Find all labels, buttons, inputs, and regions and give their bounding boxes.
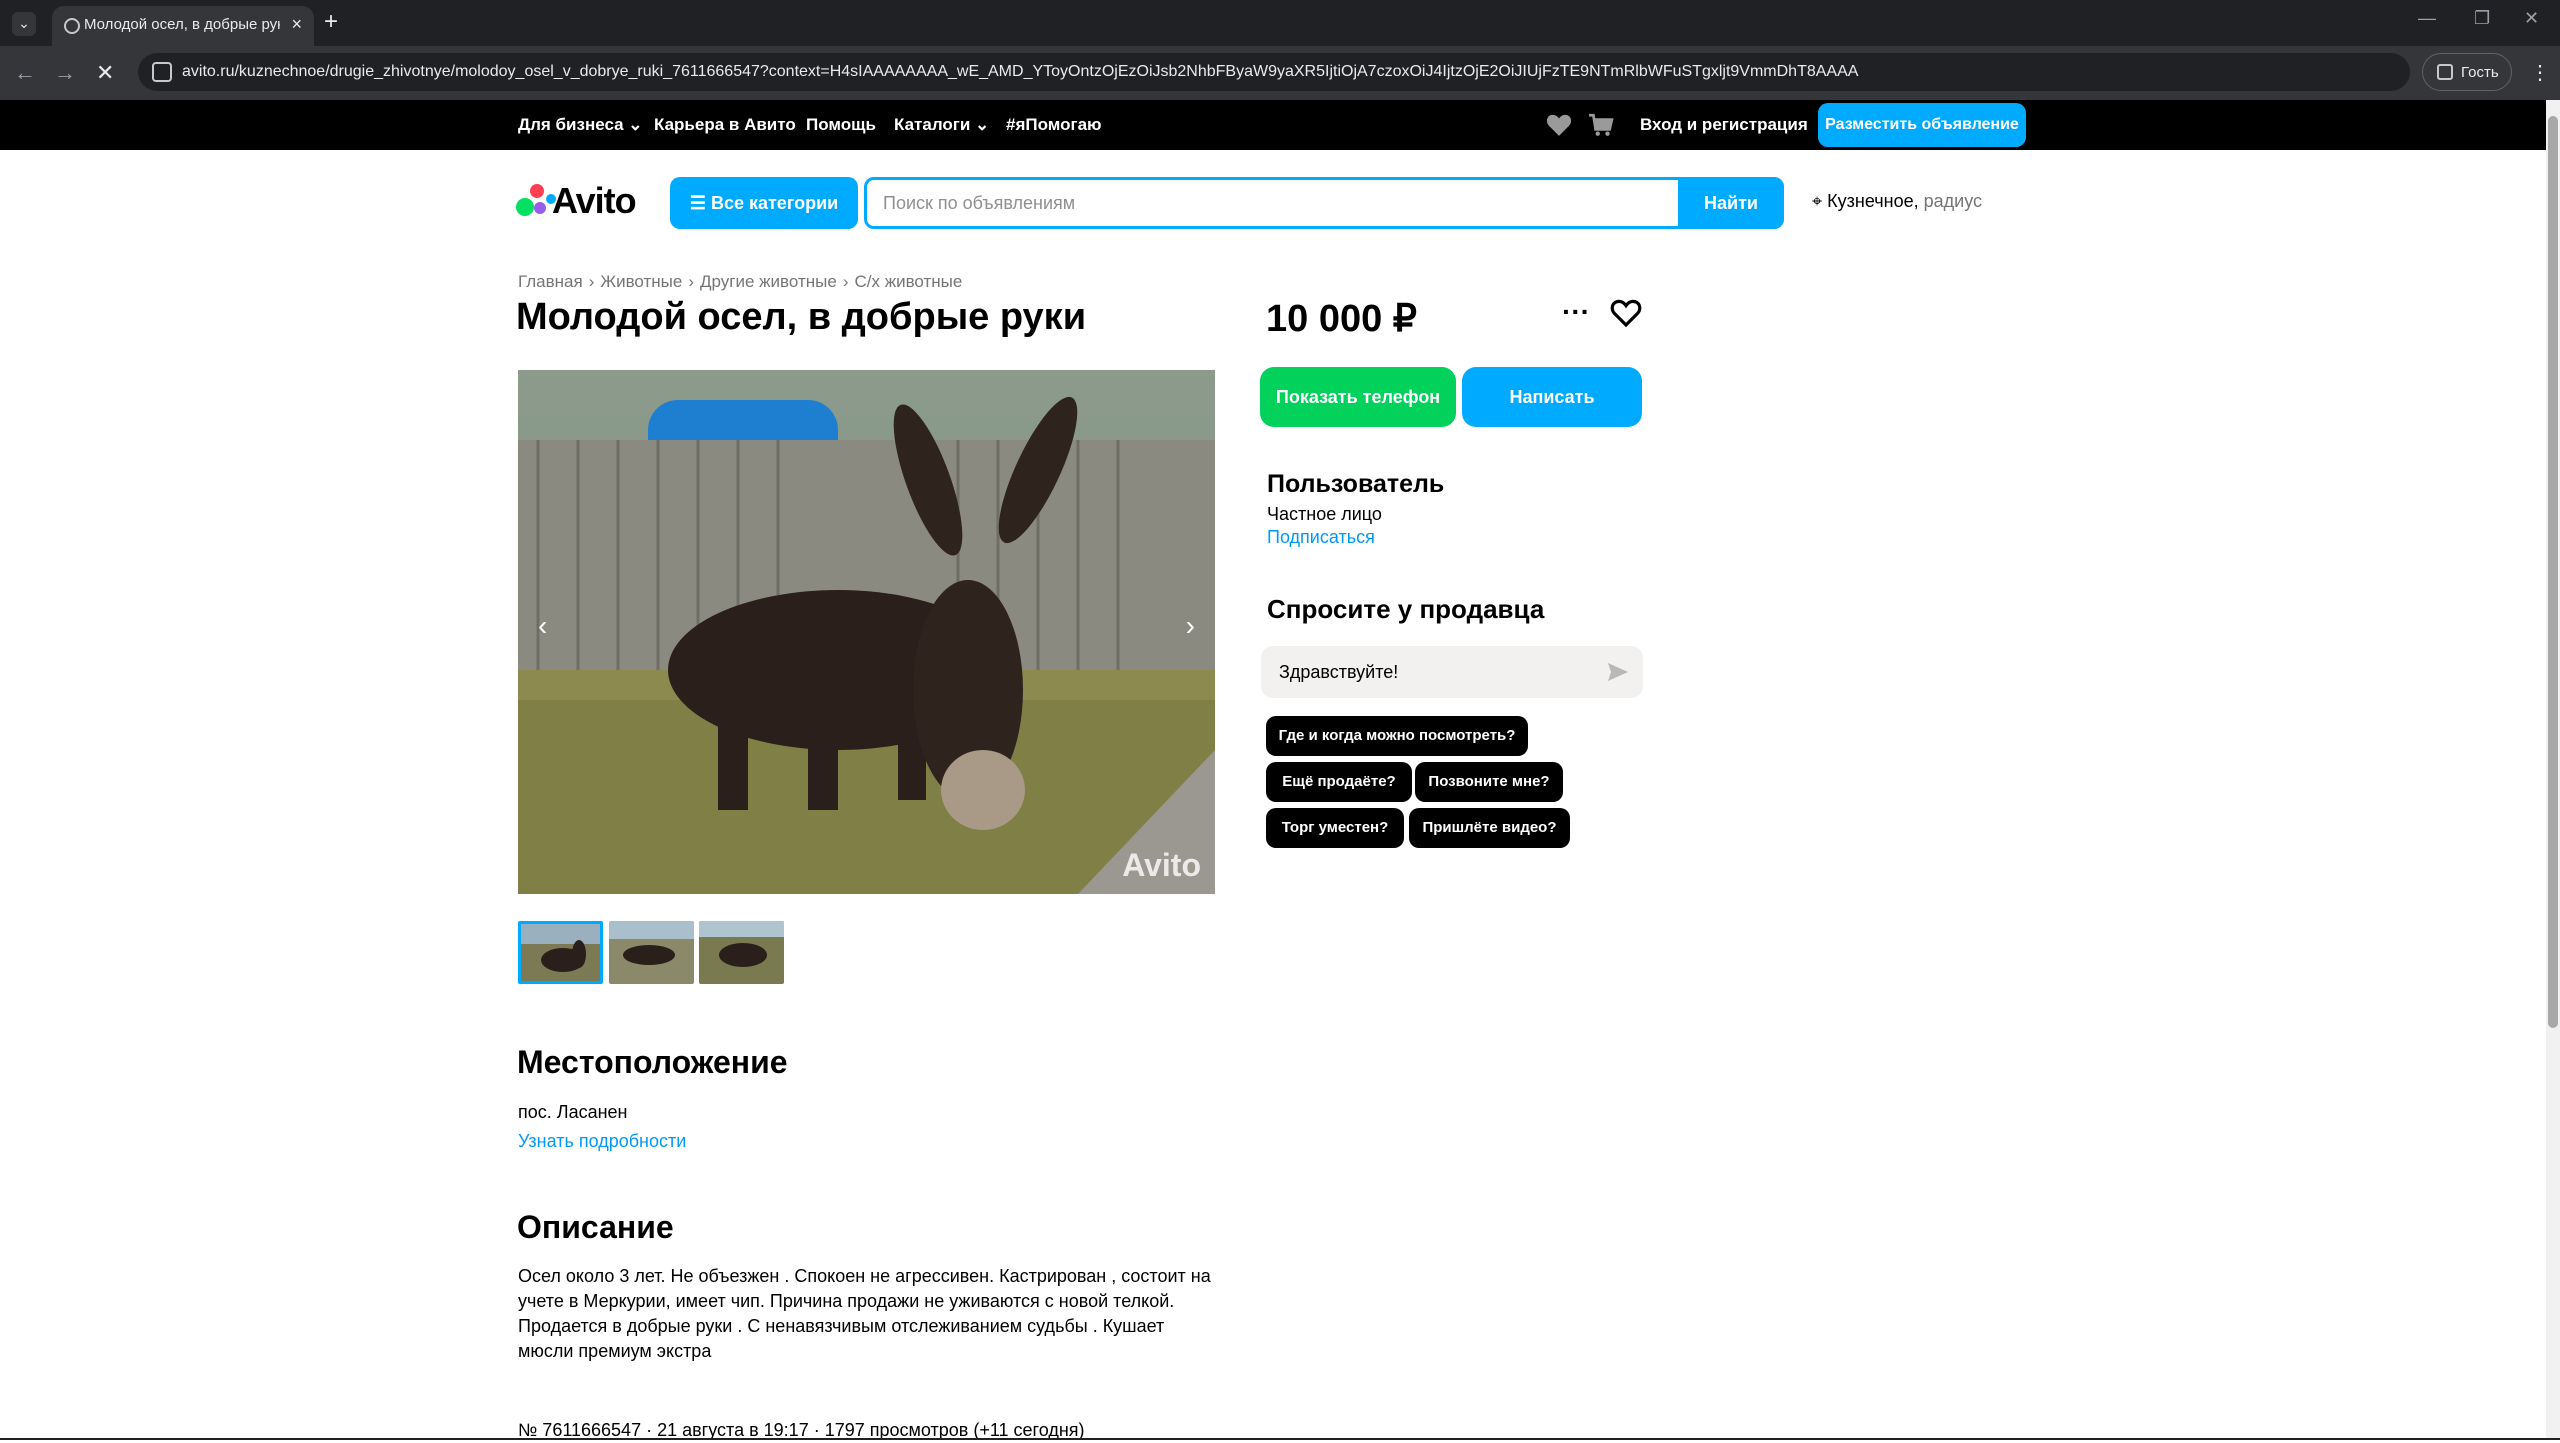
profile-button[interactable]: Гость — [2422, 53, 2512, 91]
all-categories-button[interactable]: ☰ Все категории — [670, 177, 858, 229]
address-bar[interactable]: avito.ru/kuznechnoe/drugie_zhivotnye/mol… — [138, 53, 2410, 91]
subscribe-link[interactable]: Подписаться — [1267, 527, 1375, 548]
ask-seller-box — [1261, 646, 1643, 698]
search-box: Найти — [864, 177, 1784, 229]
thumbnail-image — [521, 924, 600, 981]
thumbnail-image — [609, 921, 694, 984]
breadcrumb-farm-animals[interactable]: С/х животные — [855, 272, 963, 291]
quick-question-bargain[interactable]: Торг уместен? — [1266, 808, 1404, 848]
page-title: Молодой осел, в добрые руки — [516, 296, 1087, 338]
login-link[interactable]: Вход и регистрация — [1640, 115, 1808, 135]
search-input[interactable] — [867, 180, 1681, 226]
categories-search-icon: ☰ — [689, 193, 706, 213]
back-icon[interactable]: ← — [14, 60, 36, 86]
topnav-business-label: Для бизнеса — [518, 115, 624, 134]
breadcrumb-animals[interactable]: Животные — [600, 272, 682, 291]
stop-loading-icon[interactable]: ✕ — [96, 60, 114, 86]
profile-icon — [2437, 64, 2453, 80]
topnav-help[interactable]: Помощь — [806, 115, 876, 135]
quick-question-send-video[interactable]: Пришлёте видео? — [1409, 808, 1570, 848]
quick-question-still-selling[interactable]: Ещё продаёте? — [1266, 762, 1412, 802]
browser-tab[interactable]: Молодой осел, в добрые руки × — [52, 6, 314, 46]
photo-watermark: Avito — [1122, 847, 1201, 883]
donkey-photo-image — [518, 370, 1215, 894]
send-icon[interactable] — [1607, 662, 1629, 682]
ask-seller-heading: Спросите у продавца — [1267, 594, 1545, 624]
browser-toolbar: ← → ✕ avito.ru/kuznechnoe/drugie_zhivotn… — [0, 46, 2560, 100]
price: 10 000 ₽ — [1266, 298, 1417, 340]
photo-next-arrow-icon[interactable]: › — [1186, 610, 1195, 642]
photo-thumbnail-2[interactable] — [609, 921, 694, 984]
add-to-favorites-heart-icon[interactable] — [1610, 298, 1642, 328]
site-top-bar: Для бизнеса ⌄ Карьера в Авито Помощь Кат… — [0, 100, 2560, 150]
tab-title: Молодой осел, в добрые руки — [84, 16, 280, 33]
forward-icon[interactable]: → — [54, 60, 76, 86]
tab-list-icon[interactable]: ⌄ — [12, 12, 36, 36]
topnav-catalogs-label: Каталоги — [894, 115, 971, 134]
tab-close-icon[interactable]: × — [291, 14, 302, 35]
main-photo[interactable]: ‹ › Avito — [518, 370, 1215, 894]
new-tab-icon[interactable]: + — [324, 8, 338, 36]
description-text: Осел около 3 лет. Не объезжен . Спокоен … — [518, 1266, 1211, 1361]
location-details-link[interactable]: Узнать подробности — [518, 1131, 686, 1152]
close-window-icon[interactable]: ✕ — [2524, 8, 2539, 29]
location-pin-icon: ⌖ — [1812, 191, 1823, 211]
location-radius: радиус — [1923, 191, 1982, 211]
cart-icon[interactable] — [1588, 112, 1614, 138]
photo-thumbnail-1[interactable] — [518, 921, 603, 984]
browser-menu-icon[interactable]: ⋮ — [2530, 60, 2550, 85]
thumbnail-image — [699, 921, 784, 984]
favorites-heart-icon[interactable] — [1546, 113, 1572, 137]
search-button[interactable]: Найти — [1678, 177, 1784, 229]
post-ad-button[interactable]: Разместить объявление — [1818, 103, 2026, 147]
show-phone-button[interactable]: Показать телефон — [1260, 367, 1456, 427]
location-text: пос. Ласанен — [518, 1102, 628, 1122]
logo-wordmark: Avito — [552, 180, 637, 221]
seller-type: Частное лицо — [1267, 504, 1382, 524]
all-categories-label: Все категории — [710, 193, 839, 213]
topnav-catalogs[interactable]: Каталоги ⌄ — [894, 115, 989, 135]
page-scrollbar-thumb[interactable] — [2548, 116, 2558, 1028]
breadcrumb: Главная › Животные › Другие животные › С/х жив… — [518, 272, 963, 291]
breadcrumb-other-animals[interactable]: Другие животные — [700, 272, 837, 291]
restore-icon[interactable]: ❐ — [2474, 8, 2490, 29]
topnav-ya-pomogayu[interactable]: #яПомогаю — [1006, 115, 1102, 135]
topnav-business[interactable]: Для бизнеса ⌄ — [518, 115, 643, 135]
description-heading: Описание — [517, 1209, 674, 1245]
ask-seller-input[interactable] — [1261, 646, 1591, 698]
more-options-icon[interactable]: ··· — [1562, 296, 1590, 328]
seller-name[interactable]: Пользователь — [1267, 470, 1444, 499]
browser-tab-bar: ⌄ Молодой осел, в добрые руки × + — ❐ ✕ — [0, 0, 2560, 46]
quick-question-where-when[interactable]: Где и когда можно посмотреть? — [1266, 716, 1528, 756]
tab-favicon-icon — [64, 18, 80, 34]
topnav-career[interactable]: Карьера в Авито — [654, 115, 796, 135]
url-text: avito.ru/kuznechnoe/drugie_zhivotnye/mol… — [182, 63, 1859, 80]
profile-label: Гость — [2461, 64, 2499, 81]
site-info-icon[interactable] — [152, 62, 172, 82]
quick-question-call-me[interactable]: Позвоните мне? — [1415, 762, 1563, 802]
photo-prev-arrow-icon[interactable]: ‹ — [538, 610, 547, 642]
write-message-button[interactable]: Написать — [1462, 367, 1642, 427]
breadcrumb-home[interactable]: Главная — [518, 272, 583, 291]
minimize-icon[interactable]: — — [2418, 8, 2436, 29]
photo-thumbnail-3[interactable] — [699, 921, 784, 984]
location-selector[interactable]: ⌖ Кузнечное, радиус — [1812, 191, 1982, 212]
location-heading: Местоположение — [517, 1044, 788, 1080]
location-city: Кузнечное, — [1827, 191, 1919, 211]
